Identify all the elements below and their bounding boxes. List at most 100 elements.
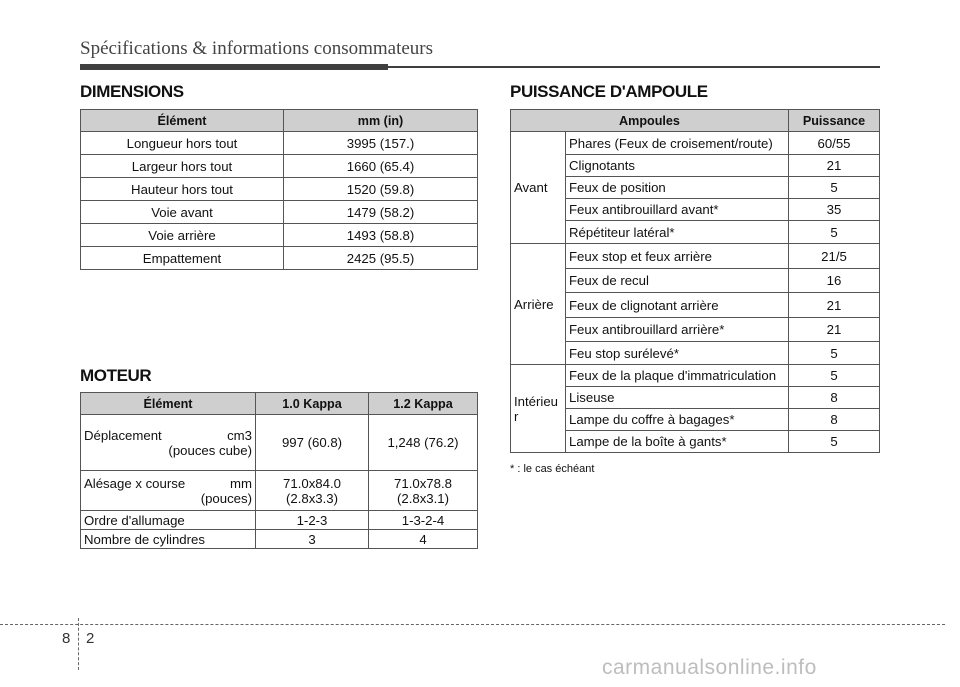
table-row: Alésage x course mm (pouces) 71.0x84.0 (2… xyxy=(80,470,478,511)
ampoule-power: 35 xyxy=(788,198,880,221)
watermark: carmanualsonline.info xyxy=(602,656,817,679)
table-row: Lampe du coffre à bagages* 8 xyxy=(511,408,880,431)
ampoule-name: Feux de clignotant arrière xyxy=(565,292,789,318)
moteur-item: Nombre de cylindres xyxy=(80,529,256,549)
moteur-item-unit: cm3 xyxy=(227,427,252,443)
table-row: Longueur hors tout 3995 (157.) xyxy=(80,131,478,155)
ampoule-power: 8 xyxy=(788,408,880,431)
ampoule-power: 5 xyxy=(788,176,880,199)
ampoule-power: 21/5 xyxy=(788,243,880,269)
moteur-item: Alésage x course mm (pouces) xyxy=(80,470,256,511)
ampoule-group-label-line: Intérieu xyxy=(514,393,558,409)
moteur-value-line: 71.0x84.0 xyxy=(283,475,341,491)
table-row: Feux antibrouillard arrière* 21 xyxy=(511,317,880,342)
ampoule-name: Phares (Feux de croisement/route) xyxy=(565,131,789,155)
moteur-item: Déplacement cm3 (pouces cube) xyxy=(80,414,256,471)
table-row: Voie avant 1479 (58.2) xyxy=(80,200,478,224)
moteur-value-kappa10: 3 xyxy=(255,529,369,549)
moteur-value-kappa10: 997 (60.8) xyxy=(255,414,369,471)
dimension-item: Voie avant xyxy=(80,200,284,224)
ampoule-table: Ampoules Puissance Avant Phares (Feux de… xyxy=(510,109,880,453)
moteur-header-kappa12: 1.2 Kappa xyxy=(368,392,478,415)
ampoule-group-label: Intérieu r xyxy=(510,364,566,453)
ampoule-power: 16 xyxy=(788,268,880,293)
moteur-value-kappa12: 1-3-2-4 xyxy=(368,510,478,530)
table-row: Feux de recul 16 xyxy=(511,268,880,293)
ampoule-name: Répétiteur latéral* xyxy=(565,220,789,244)
moteur-value-kappa12: 71.0x78.8 (2.8x3.1) xyxy=(368,470,478,511)
table-row: Intérieu r Feux de la plaque d'immatricu… xyxy=(510,364,880,453)
dimensions-title: DIMENSIONS xyxy=(80,82,184,101)
dimension-item: Longueur hors tout xyxy=(80,131,284,155)
ampoule-name: Lampe du coffre à bagages* xyxy=(565,408,789,431)
page-header-title: Spécifications & informations consommate… xyxy=(80,38,434,59)
ampoule-header-name: Ampoules xyxy=(510,109,789,132)
ampoule-name: Clignotants xyxy=(565,154,789,177)
table-row: Ordre d'allumage 1-2-3 1-3-2-4 xyxy=(80,510,478,530)
table-row: Déplacement cm3 (pouces cube) 997 (60.8) … xyxy=(80,414,478,471)
dimension-value: 2425 (95.5) xyxy=(283,246,478,270)
ampoule-power: 5 xyxy=(788,220,880,244)
moteur-item-label: Déplacement xyxy=(84,427,162,443)
table-row: Clignotants 21 xyxy=(511,154,880,177)
dimensions-header-item: Élément xyxy=(80,109,284,132)
table-row: Hauteur hors tout 1520 (59.8) xyxy=(80,177,478,201)
ampoule-power: 8 xyxy=(788,386,880,409)
table-row: Feux antibrouillard avant* 35 xyxy=(511,198,880,221)
moteur-value-kappa10: 1-2-3 xyxy=(255,510,369,530)
dimension-value: 1493 (58.8) xyxy=(283,223,478,247)
ampoule-name: Feux de la plaque d'immatriculation xyxy=(565,364,789,387)
table-row: Avant Phares (Feux de croisement/route) … xyxy=(510,131,880,244)
table-row: Empattement 2425 (95.5) xyxy=(80,246,478,270)
ampoule-title: PUISSANCE D'AMPOULE xyxy=(510,82,708,101)
moteur-item: Ordre d'allumage xyxy=(80,510,256,530)
moteur-value-kappa12: 4 xyxy=(368,529,478,549)
table-row: Feux de clignotant arrière 21 xyxy=(511,292,880,318)
dimension-item: Voie arrière xyxy=(80,223,284,247)
table-row: Feux de position 5 xyxy=(511,176,880,199)
dimension-item: Largeur hors tout xyxy=(80,154,284,178)
ampoule-name: Lampe de la boîte à gants* xyxy=(565,430,789,453)
moteur-item-label: Alésage x course xyxy=(84,475,186,491)
page-chapter-number: 8 xyxy=(62,630,71,647)
ampoule-name: Feux de recul xyxy=(565,268,789,293)
ampoule-footnote: * : le cas échéant xyxy=(510,463,595,475)
ampoule-power: 5 xyxy=(788,364,880,387)
dimension-value: 1520 (59.8) xyxy=(283,177,478,201)
ampoule-name: Liseuse xyxy=(565,386,789,409)
table-row: Liseuse 8 xyxy=(511,386,880,409)
table-row: Largeur hors tout 1660 (65.4) xyxy=(80,154,478,178)
ampoule-group-label: Avant xyxy=(510,131,566,244)
ampoule-name: Feux de position xyxy=(565,176,789,199)
header-bar xyxy=(80,64,388,70)
dimension-value: 1660 (65.4) xyxy=(283,154,478,178)
header-rule xyxy=(388,66,880,68)
ampoule-power: 21 xyxy=(788,154,880,177)
moteur-value-kappa12: 1,248 (76.2) xyxy=(368,414,478,471)
moteur-table: Élément 1.0 Kappa 1.2 Kappa Déplacement c… xyxy=(80,392,478,549)
table-row: Feu stop surélevé* 5 xyxy=(511,341,880,365)
ampoule-power: 60/55 xyxy=(788,131,880,155)
dimension-value: 1479 (58.2) xyxy=(283,200,478,224)
footer-dashed-divider xyxy=(78,618,79,670)
ampoule-power: 5 xyxy=(788,430,880,453)
ampoule-name: Feux antibrouillard avant* xyxy=(565,198,789,221)
dimension-item: Empattement xyxy=(80,246,284,270)
ampoule-header-power: Puissance xyxy=(788,109,880,132)
ampoule-power: 21 xyxy=(788,317,880,342)
table-row: Lampe de la boîte à gants* 5 xyxy=(511,430,880,453)
moteur-value-line: 71.0x78.8 xyxy=(394,475,452,491)
ampoule-group-label-line: r xyxy=(514,408,519,424)
ampoule-name: Feux antibrouillard arrière* xyxy=(565,317,789,342)
footer-dashed-rule xyxy=(0,624,945,625)
dimensions-header-value: mm (in) xyxy=(283,109,478,132)
table-row: Nombre de cylindres 3 4 xyxy=(80,529,478,549)
moteur-item-unit: mm xyxy=(230,475,252,491)
ampoule-name: Feux stop et feux arrière xyxy=(565,243,789,269)
moteur-header-kappa10: 1.0 Kappa xyxy=(255,392,369,415)
moteur-title: MOTEUR xyxy=(80,366,152,385)
moteur-value-line: (2.8x3.1) xyxy=(396,490,450,506)
dimension-item: Hauteur hors tout xyxy=(80,177,284,201)
moteur-item-sub: (pouces cube) xyxy=(168,442,252,458)
moteur-item-sub: (pouces) xyxy=(200,490,252,506)
